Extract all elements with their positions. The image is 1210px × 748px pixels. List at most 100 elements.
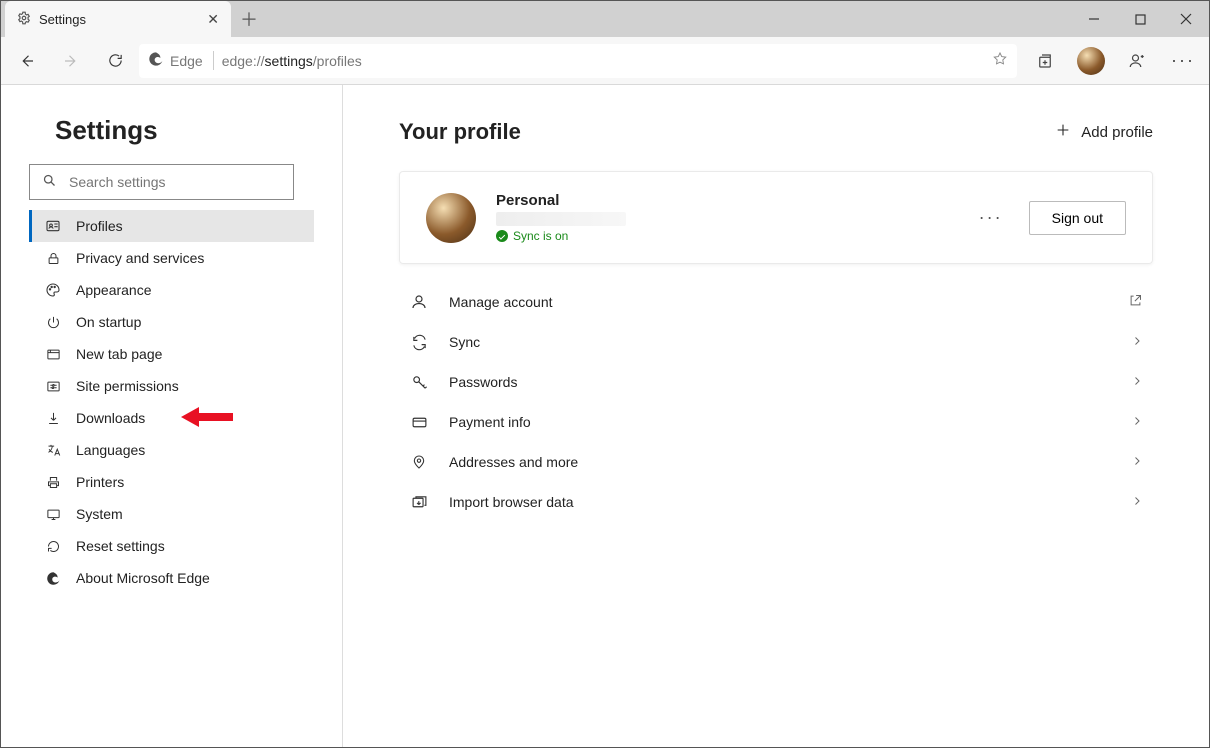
main-panel: Your profile Add profile Personal Sync i… bbox=[343, 85, 1209, 747]
key-icon bbox=[409, 374, 429, 391]
card-icon bbox=[409, 414, 429, 431]
sync-check-icon bbox=[496, 230, 508, 242]
toolbar: Edge edge://settings/profiles ··· bbox=[1, 37, 1209, 85]
sidebar-item-system[interactable]: System bbox=[29, 498, 314, 530]
sidebar-item-label: Appearance bbox=[76, 282, 152, 298]
newtab-icon bbox=[44, 347, 62, 362]
tab-settings[interactable]: Settings ✕ bbox=[5, 1, 231, 37]
minimize-button[interactable] bbox=[1071, 1, 1117, 37]
signout-button[interactable]: Sign out bbox=[1029, 201, 1126, 235]
person-icon bbox=[409, 293, 429, 311]
row-label: Manage account bbox=[449, 294, 1108, 310]
sidebar-item-appearance[interactable]: Appearance bbox=[29, 274, 314, 306]
edge-logo-icon bbox=[148, 51, 164, 70]
row-label: Addresses and more bbox=[449, 454, 1111, 470]
sidebar-item-label: Printers bbox=[76, 474, 124, 490]
profile-card-icon bbox=[44, 218, 62, 234]
row-label: Sync bbox=[449, 334, 1111, 350]
row-payment[interactable]: Payment info bbox=[399, 402, 1153, 442]
feedback-button[interactable] bbox=[1117, 41, 1157, 81]
back-button[interactable] bbox=[7, 41, 47, 81]
sidebar-item-label: Reset settings bbox=[76, 538, 165, 554]
sidebar-item-siteperm[interactable]: Site permissions bbox=[29, 370, 314, 402]
search-settings[interactable] bbox=[29, 164, 294, 200]
row-manage-account[interactable]: Manage account bbox=[399, 282, 1153, 322]
chevron-right-icon bbox=[1131, 414, 1143, 430]
row-label: Passwords bbox=[449, 374, 1111, 390]
row-label: Import browser data bbox=[449, 494, 1111, 510]
url-text: edge://settings/profiles bbox=[222, 53, 362, 69]
sidebar-item-newtab[interactable]: New tab page bbox=[29, 338, 314, 370]
sidebar-item-label: On startup bbox=[76, 314, 141, 330]
search-icon bbox=[42, 173, 57, 191]
system-icon bbox=[44, 507, 62, 522]
sidebar-item-about[interactable]: About Microsoft Edge bbox=[29, 562, 314, 594]
toolbar-right: ··· bbox=[1025, 41, 1203, 81]
sync-status-label: Sync is on bbox=[513, 229, 568, 243]
close-tab-icon[interactable]: ✕ bbox=[207, 11, 219, 28]
edge-chip: Edge bbox=[148, 51, 214, 70]
sidebar-item-languages[interactable]: Languages bbox=[29, 434, 314, 466]
row-sync[interactable]: Sync bbox=[399, 322, 1153, 362]
row-addresses[interactable]: Addresses and more bbox=[399, 442, 1153, 482]
row-import[interactable]: Import browser data bbox=[399, 482, 1153, 522]
sidebar-item-privacy[interactable]: Privacy and services bbox=[29, 242, 314, 274]
sidebar-item-printers[interactable]: Printers bbox=[29, 466, 314, 498]
chevron-right-icon bbox=[1131, 334, 1143, 350]
profile-name: Personal bbox=[496, 192, 953, 209]
sidebar-item-downloads[interactable]: Downloads bbox=[29, 402, 314, 434]
language-icon bbox=[44, 443, 62, 458]
maximize-button[interactable] bbox=[1117, 1, 1163, 37]
more-menu-button[interactable]: ··· bbox=[1163, 41, 1203, 81]
new-tab-button[interactable]: ＋ bbox=[231, 1, 267, 37]
profile-more-button[interactable]: ··· bbox=[973, 207, 1009, 228]
edge-chip-label: Edge bbox=[170, 53, 203, 69]
address-bar[interactable]: Edge edge://settings/profiles bbox=[139, 44, 1017, 78]
sidebar-item-startup[interactable]: On startup bbox=[29, 306, 314, 338]
search-input[interactable] bbox=[67, 173, 281, 191]
add-profile-button[interactable]: Add profile bbox=[1055, 122, 1153, 142]
sidebar-item-label: About Microsoft Edge bbox=[76, 570, 210, 586]
profile-avatar-button[interactable] bbox=[1071, 41, 1111, 81]
chevron-right-icon bbox=[1131, 374, 1143, 390]
close-window-button[interactable] bbox=[1163, 1, 1209, 37]
import-icon bbox=[409, 494, 429, 511]
sidebar-item-profiles[interactable]: Profiles bbox=[29, 210, 314, 242]
lock-icon bbox=[44, 251, 62, 266]
sidebar-item-label: Site permissions bbox=[76, 378, 179, 394]
sidebar: Settings Profiles Privacy and services bbox=[1, 85, 343, 747]
edge-logo-icon bbox=[44, 571, 62, 586]
tab-strip: Settings ✕ ＋ bbox=[1, 1, 1209, 37]
sidebar-item-reset[interactable]: Reset settings bbox=[29, 530, 314, 562]
sidebar-item-label: Downloads bbox=[76, 410, 145, 426]
reset-icon bbox=[44, 539, 62, 554]
profile-info: Personal Sync is on bbox=[496, 192, 953, 243]
annotation-arrow-icon bbox=[181, 405, 235, 432]
profile-card: Personal Sync is on ··· Sign out bbox=[399, 171, 1153, 264]
sidebar-item-label: Profiles bbox=[76, 218, 123, 234]
sidebar-item-label: New tab page bbox=[76, 346, 162, 362]
gear-icon bbox=[17, 11, 31, 28]
favorite-star-icon[interactable] bbox=[992, 51, 1008, 70]
page-title: Your profile bbox=[399, 119, 521, 145]
palette-icon bbox=[44, 282, 62, 298]
row-passwords[interactable]: Passwords bbox=[399, 362, 1153, 402]
settings-heading: Settings bbox=[55, 115, 314, 146]
chevron-right-icon bbox=[1131, 494, 1143, 510]
sliders-icon bbox=[44, 379, 62, 394]
refresh-button[interactable] bbox=[95, 41, 135, 81]
window-controls bbox=[1071, 1, 1209, 37]
plus-icon bbox=[1055, 122, 1071, 142]
main-header: Your profile Add profile bbox=[399, 119, 1153, 145]
avatar-icon bbox=[1077, 47, 1105, 75]
sync-status: Sync is on bbox=[496, 229, 953, 243]
profile-avatar bbox=[426, 193, 476, 243]
collections-button[interactable] bbox=[1025, 41, 1065, 81]
add-profile-label: Add profile bbox=[1081, 124, 1153, 141]
sync-icon bbox=[409, 334, 429, 351]
content: Settings Profiles Privacy and services bbox=[1, 85, 1209, 747]
power-icon bbox=[44, 315, 62, 330]
forward-button[interactable] bbox=[51, 41, 91, 81]
profile-email-redacted bbox=[496, 212, 626, 226]
sidebar-item-label: Privacy and services bbox=[76, 250, 204, 266]
